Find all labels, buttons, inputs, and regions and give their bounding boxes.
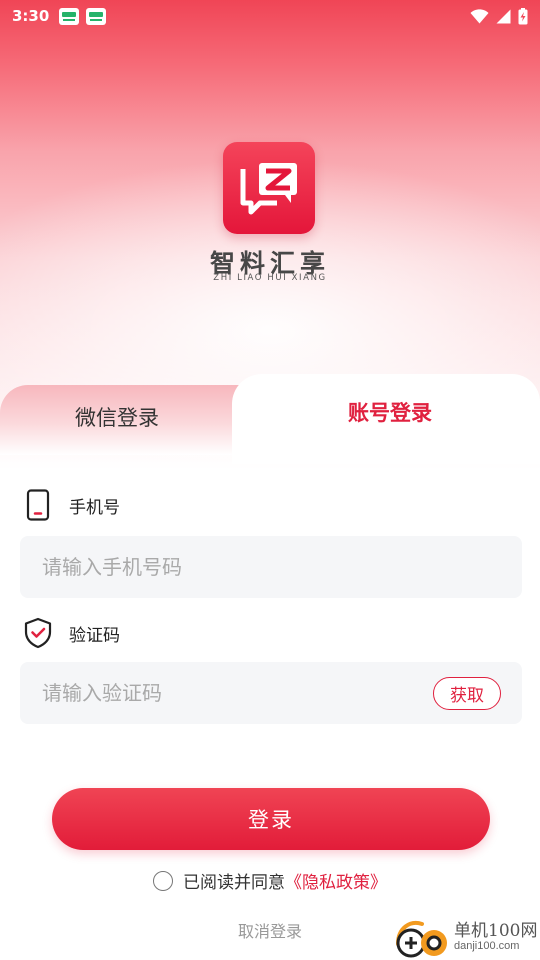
verification-code-input[interactable] xyxy=(42,681,412,705)
watermark-en: danji100.com xyxy=(454,940,520,953)
phone-input[interactable] xyxy=(42,555,500,579)
code-label: 验证码 xyxy=(69,625,120,646)
site-watermark: 单机100网 danji100.com xyxy=(392,916,537,960)
notification-app-icon xyxy=(86,7,107,25)
phone-label-row: 手机号 xyxy=(24,489,120,521)
code-input-container: 获取 xyxy=(20,662,522,724)
watermark-cn: 单机100网 xyxy=(454,921,538,942)
phone-label: 手机号 xyxy=(69,497,120,518)
agreement-row: 已阅读并同意 《隐私政策》 xyxy=(0,868,540,893)
watermark-logo-icon xyxy=(396,921,447,958)
tab-account-login[interactable]: 账号登录 xyxy=(348,403,432,424)
get-code-button[interactable]: 获取 xyxy=(433,677,501,710)
tab-wechat-login[interactable]: 微信登录 xyxy=(75,408,159,429)
code-label-row: 验证码 xyxy=(24,617,120,649)
agreement-radio[interactable] xyxy=(153,870,173,891)
phone-input-container xyxy=(20,536,522,598)
phone-icon xyxy=(24,489,52,521)
status-icons xyxy=(470,7,528,25)
notification-app-icon xyxy=(59,7,80,25)
status-bar: 3:30 xyxy=(0,0,540,32)
shield-check-icon xyxy=(24,617,52,649)
app-logo xyxy=(223,142,315,234)
signal-icon xyxy=(496,9,511,23)
login-button[interactable]: 登录 xyxy=(52,788,490,850)
wifi-icon xyxy=(470,8,489,23)
chat-bubbles-logo-icon xyxy=(240,163,297,215)
app-name-pinyin: ZHI LIAO HUI XIANG xyxy=(213,273,327,283)
privacy-policy-link[interactable]: 《隐私政策》 xyxy=(285,868,387,893)
battery-charging-icon xyxy=(518,7,528,24)
status-time: 3:30 xyxy=(12,7,50,25)
agreement-text: 已阅读并同意 xyxy=(183,873,285,893)
